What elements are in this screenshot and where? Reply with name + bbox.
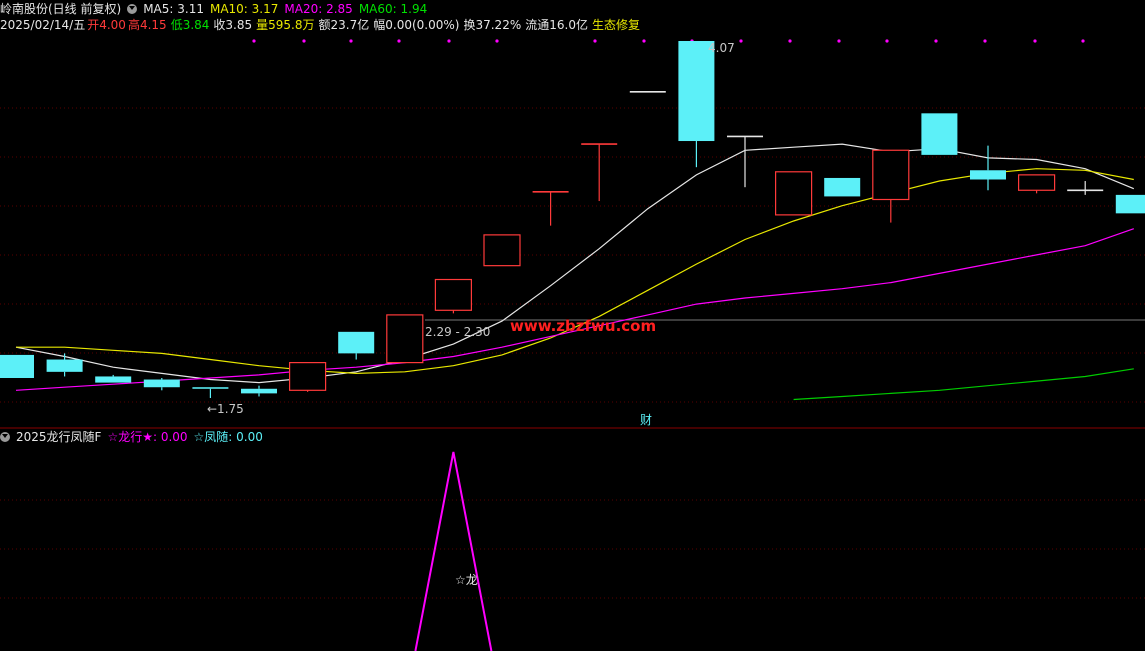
volume-value: 量595.8万 (256, 18, 315, 32)
candlestick (532, 191, 569, 226)
candle-body (1115, 194, 1145, 214)
candle-body (872, 149, 910, 201)
candle-body (678, 41, 715, 142)
period-dot (788, 39, 792, 43)
candle-body (0, 354, 34, 378)
candle-body (483, 234, 521, 267)
ma60-value: MA60: 1.94 (358, 2, 428, 16)
candlestick (192, 387, 229, 398)
period-dot (1081, 39, 1085, 43)
line-ma10 (16, 168, 1134, 375)
header-row-1: 岭南股份(日线 前复权) MA5: 3.11 MA10: 3.17 MA20: 2.8… (0, 1, 433, 17)
phoenix-value: ☆凤随: 0.00 (193, 430, 263, 444)
low-price-label: ←1.75 (207, 402, 244, 416)
candle-body (192, 387, 229, 389)
candlestick-series (0, 41, 1145, 398)
candlestick (95, 374, 132, 383)
candlestick (483, 234, 521, 267)
candle-body (95, 376, 132, 383)
candlestick (289, 362, 327, 392)
dragon-spike-line (414, 451, 493, 651)
indicator-name[interactable]: 2025龙行凤随F (16, 430, 101, 444)
period-dot (837, 39, 841, 43)
close-value: 收3.85 (213, 18, 253, 32)
period-dot (885, 39, 889, 43)
candle-body (774, 171, 813, 216)
period-dot (397, 39, 401, 43)
candle-body (338, 331, 375, 354)
period-dot (934, 39, 938, 43)
concept-tag[interactable]: 生态修复 (592, 18, 640, 32)
low-value: 低3.84 (170, 18, 210, 32)
float-value: 流通16.0亿 (525, 18, 588, 32)
candlestick (241, 385, 277, 397)
turnover-value: 换37.22% (463, 18, 522, 32)
candle-body (921, 113, 958, 155)
stock-name[interactable]: 岭南股份(日线 前复权) (0, 2, 121, 16)
candle-body (824, 177, 861, 197)
ma5-value: MA5: 3.11 (143, 2, 204, 16)
top-dot-markers (252, 39, 1085, 43)
candle-body (1017, 174, 1056, 191)
candlestick (872, 149, 910, 223)
grid-lines (0, 107, 1145, 599)
candlestick (143, 377, 180, 391)
high-value: 高4.15 (127, 18, 167, 32)
finance-marker[interactable]: 财 (640, 413, 652, 427)
amount-value: 额23.7亿 (318, 18, 370, 32)
candle-body (241, 388, 277, 394)
candle-body (289, 362, 327, 391)
chart-canvas: 4.07 ←1.75 2.29 - 2.30 www.zbzfwu.com 财 … (0, 39, 1145, 651)
change-value: 幅0.00(0.00%) (373, 18, 460, 32)
line-ma60 (793, 368, 1134, 401)
indicator-header: 2025龙行凤随F ☆龙行★: 0.00 ☆凤随: 0.00 (0, 429, 269, 445)
candlestick (678, 41, 715, 168)
candlestick (1067, 181, 1104, 195)
candlestick (970, 145, 1006, 191)
candlestick (1115, 194, 1145, 214)
range-label: 2.29 - 2.30 (425, 325, 490, 339)
period-dot (739, 39, 743, 43)
period-dot (349, 39, 353, 43)
period-dot (642, 39, 646, 43)
candlestick (774, 171, 813, 216)
period-dot (302, 39, 306, 43)
ma20-value: MA20: 2.85 (284, 2, 353, 16)
candle-body (434, 278, 472, 311)
candle-body (46, 359, 83, 372)
candle-body (386, 314, 424, 364)
candlestick (921, 113, 958, 155)
candlestick (46, 353, 83, 377)
candlestick (386, 314, 424, 364)
indicator-pane (414, 451, 493, 651)
candle-body (970, 170, 1006, 180)
candlestick (0, 354, 34, 378)
date-value: 2025/02/14/五 (0, 18, 86, 32)
period-dot (252, 39, 256, 43)
high-price-label: 4.07 (708, 41, 735, 55)
candlestick (727, 135, 763, 188)
period-dot (447, 39, 451, 43)
candlestick (1017, 174, 1056, 194)
chevron-down-icon[interactable] (127, 4, 138, 14)
header-row-2: 2025/02/14/五 开4.00 高4.15 低3.84 收3.85 量595.8万额… (0, 17, 646, 33)
candlestick (434, 278, 472, 314)
candlestick (338, 331, 375, 360)
period-dot (983, 39, 987, 43)
period-dot (495, 39, 499, 43)
chevron-down-icon[interactable] (0, 432, 10, 442)
dragon-value: ☆龙行★: 0.00 (107, 430, 188, 444)
ma10-value: MA10: 3.17 (209, 2, 279, 16)
line-ma20 (15, 228, 1134, 391)
line-ma5 (15, 143, 1135, 384)
period-dot (1033, 39, 1037, 43)
candlestick (581, 143, 618, 202)
dragon-marker: ☆龙 (455, 573, 478, 587)
moving-average-lines (15, 143, 1135, 401)
watermark-text: www.zbzfwu.com (510, 317, 656, 335)
period-dot (593, 39, 597, 43)
candle-body (143, 379, 180, 388)
candlestick (824, 177, 861, 197)
open-value: 开4.00 (87, 18, 126, 32)
